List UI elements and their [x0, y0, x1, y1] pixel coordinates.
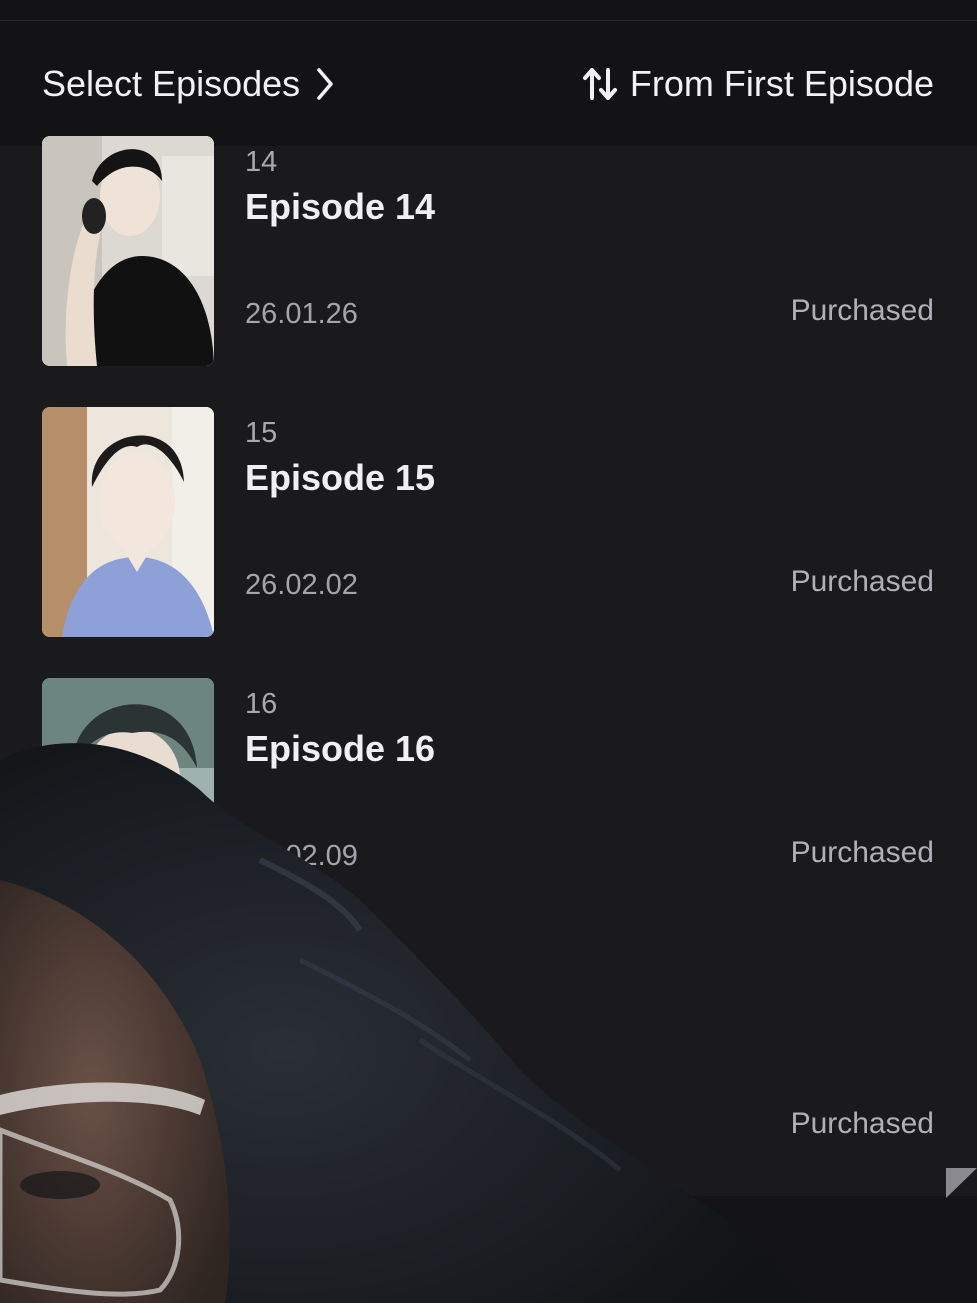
- episode-thumbnail-16: [42, 678, 214, 908]
- status-strip: [0, 0, 977, 21]
- sort-order-label: From First Episode: [629, 63, 934, 104]
- episode-row-16[interactable]: 16 Episode 16 26.02.09 Purchased: [0, 678, 977, 908]
- purchased-badge: Purchased: [790, 565, 934, 598]
- select-episodes-label: Select Episodes: [42, 63, 301, 104]
- episode-title: Episode 15: [245, 457, 436, 498]
- episode-number: 15: [245, 417, 278, 449]
- episode-title: Episode 16: [245, 728, 436, 769]
- sort-arrows-icon: [582, 68, 617, 100]
- purchased-badge: Purchased: [790, 294, 934, 327]
- episode-header: Select Episodes From First Episode: [0, 21, 977, 146]
- episode-row-15[interactable]: 15 Episode 15 26.02.02 Purchased: [0, 407, 977, 637]
- episode-date: 26.02.09: [245, 840, 358, 872]
- chevron-right-icon: [317, 68, 333, 100]
- select-episodes-button[interactable]: Select Episodes: [42, 59, 334, 109]
- resize-corner-icon: [946, 1168, 977, 1198]
- episode-date: 26.02.02: [245, 569, 358, 601]
- episode-number: 16: [245, 688, 278, 720]
- purchased-badge: Purchased: [790, 836, 934, 869]
- episode-row-17[interactable]: Purchased: [0, 949, 977, 1179]
- episode-list-screen: Select Episodes From First Episode 14 Ep…: [0, 0, 977, 1303]
- episode-row-14[interactable]: 14 Episode 14 26.01.26 Purchased: [0, 136, 977, 366]
- episode-date: 26.01.26: [245, 298, 358, 330]
- sort-order-button[interactable]: From First Episode: [582, 59, 934, 109]
- episode-number: 14: [245, 146, 278, 178]
- episode-list: 14 Episode 14 26.01.26 Purchased 15 Epis…: [0, 136, 977, 1196]
- purchased-badge: Purchased: [790, 1107, 934, 1140]
- bottom-area: [0, 1196, 977, 1303]
- episode-thumbnail-15: [42, 407, 214, 637]
- episode-title: Episode 14: [245, 186, 436, 227]
- episode-thumbnail-14: [42, 136, 214, 366]
